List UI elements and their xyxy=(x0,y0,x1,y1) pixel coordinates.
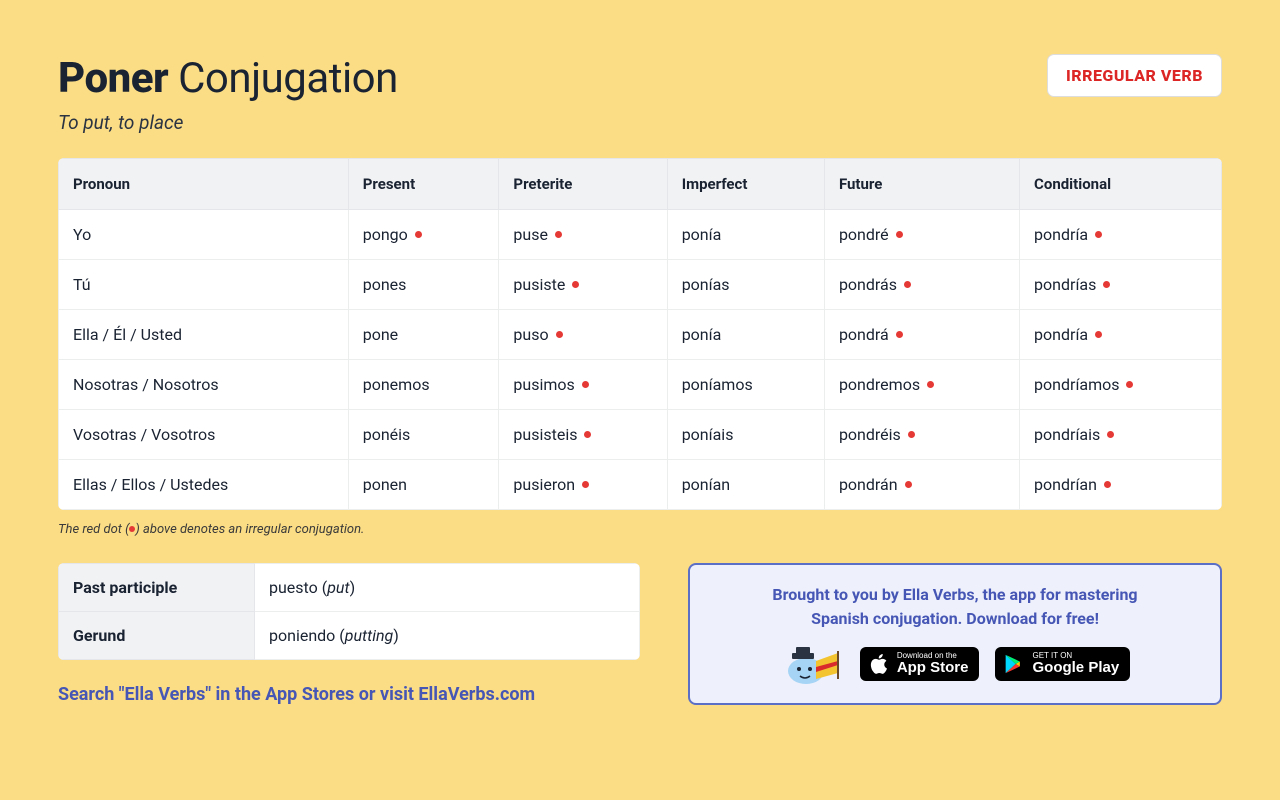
page-title: Poner Conjugation xyxy=(58,54,398,103)
irregular-dot-icon xyxy=(1126,381,1133,388)
conjugation-cell: pusisteis xyxy=(499,410,667,460)
table-row: Vosotras / Vosotrosponéis pusisteis poní… xyxy=(59,410,1222,460)
irregular-dot-icon xyxy=(896,231,903,238)
table-row: Nosotras / Nosotrosponemos pusimos ponía… xyxy=(59,360,1222,410)
conjugation-cell: pones xyxy=(348,260,499,310)
irregular-dot-icon xyxy=(415,231,422,238)
irregular-dot-icon xyxy=(927,381,934,388)
conjugation-cell: pusiste xyxy=(499,260,667,310)
irregular-dot-icon xyxy=(1104,481,1111,488)
pronoun-cell: Nosotras / Nosotros xyxy=(59,360,349,410)
conjugation-cell: pondréis xyxy=(824,410,1019,460)
conjugation-cell: pondrían xyxy=(1020,460,1222,510)
irregular-dot-icon xyxy=(572,281,579,288)
conjugation-cell: ponemos xyxy=(348,360,499,410)
irregular-dot-icon xyxy=(905,481,912,488)
irregular-dot-icon xyxy=(555,231,562,238)
column-header: Present xyxy=(348,159,499,210)
irregular-dot-icon xyxy=(582,381,589,388)
conjugation-cell: pondríais xyxy=(1020,410,1222,460)
pronoun-cell: Ella / Él / Usted xyxy=(59,310,349,360)
promo-text: Brought to you by Ella Verbs, the app fo… xyxy=(714,583,1196,631)
column-header: Pronoun xyxy=(59,159,349,210)
conjugation-cell: ponía xyxy=(667,210,824,260)
irregular-dot-icon xyxy=(1095,331,1102,338)
table-row: Yopongo puse ponía pondré pondría xyxy=(59,210,1222,260)
pronoun-cell: Ellas / Ellos / Ustedes xyxy=(59,460,349,510)
app-store-badge[interactable]: Download on the App Store xyxy=(860,647,980,682)
pronoun-cell: Vosotras / Vosotros xyxy=(59,410,349,460)
conjugation-table: PronounPresentPreteriteImperfectFutureCo… xyxy=(58,158,1222,510)
irregular-dot-icon xyxy=(556,331,563,338)
table-row: Túpones pusiste ponías pondrás pondrías xyxy=(59,260,1222,310)
table-row: Ella / Él / Ustedpone puso ponía pondrá … xyxy=(59,310,1222,360)
irregular-dot-icon xyxy=(584,431,591,438)
conjugation-cell: ponéis xyxy=(348,410,499,460)
conjugation-cell: poníamos xyxy=(667,360,824,410)
conjugation-cell: pondría xyxy=(1020,210,1222,260)
irregular-dot-icon xyxy=(908,431,915,438)
gerund-label: Gerund xyxy=(59,612,255,660)
apple-icon xyxy=(869,653,889,675)
conjugation-cell: ponen xyxy=(348,460,499,510)
past-participle-label: Past participle xyxy=(59,564,255,612)
conjugation-cell: ponían xyxy=(667,460,824,510)
mascot-icon xyxy=(780,643,844,685)
gerund-value: poniendo (putting) xyxy=(255,612,640,660)
irregular-dot-icon xyxy=(904,281,911,288)
verb-name: Poner xyxy=(58,54,168,103)
column-header: Imperfect xyxy=(667,159,824,210)
google-play-badge[interactable]: GET IT ON Google Play xyxy=(995,647,1130,682)
column-header: Conditional xyxy=(1020,159,1222,210)
pronoun-cell: Tú xyxy=(59,260,349,310)
irregular-dot-icon xyxy=(1107,431,1114,438)
column-header: Future xyxy=(824,159,1019,210)
conjugation-cell: pondrías xyxy=(1020,260,1222,310)
irregular-dot-icon xyxy=(582,481,589,488)
irregular-dot-icon xyxy=(896,331,903,338)
conjugation-cell: pusieron xyxy=(499,460,667,510)
conjugation-cell: puse xyxy=(499,210,667,260)
conjugation-cell: pusimos xyxy=(499,360,667,410)
promo-box: Brought to you by Ella Verbs, the app fo… xyxy=(688,563,1222,705)
conjugation-cell: pondremos xyxy=(824,360,1019,410)
search-hint: Search "Ella Verbs" in the App Stores or… xyxy=(58,684,640,705)
conjugation-cell: poníais xyxy=(667,410,824,460)
conjugation-cell: pondríamos xyxy=(1020,360,1222,410)
verb-translation: To put, to place xyxy=(58,111,1222,134)
irregular-dot-icon xyxy=(1095,231,1102,238)
conjugation-cell: pongo xyxy=(348,210,499,260)
table-row: Ellas / Ellos / Ustedesponen pusieron po… xyxy=(59,460,1222,510)
footnote: The red dot () above denotes an irregula… xyxy=(58,522,1222,537)
conjugation-cell: pondré xyxy=(824,210,1019,260)
column-header: Preterite xyxy=(499,159,667,210)
conjugation-cell: ponías xyxy=(667,260,824,310)
google-play-icon xyxy=(1004,653,1024,675)
title-suffix: Conjugation xyxy=(178,54,398,103)
forms-table: Past participle puesto (put) Gerund poni… xyxy=(58,563,640,660)
conjugation-cell: pondrás xyxy=(824,260,1019,310)
conjugation-cell: ponía xyxy=(667,310,824,360)
irregular-dot-icon xyxy=(1103,281,1110,288)
conjugation-cell: pone xyxy=(348,310,499,360)
irregular-badge: IRREGULAR VERB xyxy=(1047,54,1222,97)
pronoun-cell: Yo xyxy=(59,210,349,260)
conjugation-cell: pondrán xyxy=(824,460,1019,510)
past-participle-value: puesto (put) xyxy=(255,564,640,612)
conjugation-cell: pondrá xyxy=(824,310,1019,360)
conjugation-cell: puso xyxy=(499,310,667,360)
conjugation-cell: pondría xyxy=(1020,310,1222,360)
